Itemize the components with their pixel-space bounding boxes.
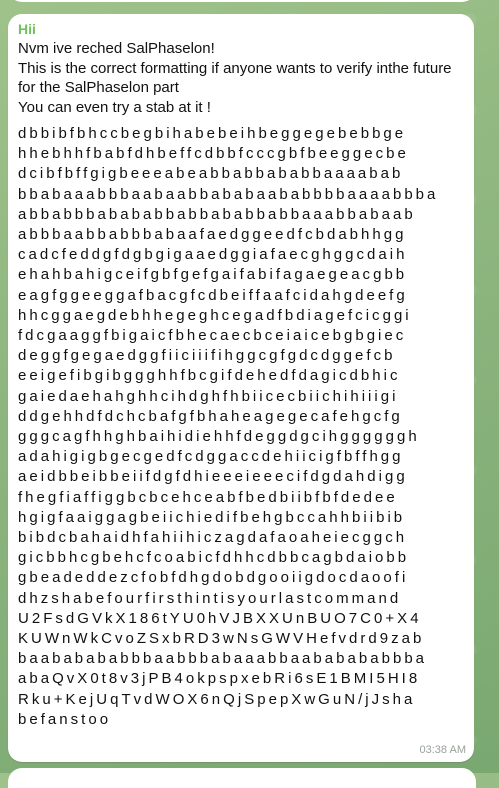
- cipher-line: baababababbbaabbbabaaabbaababababbba: [18, 650, 428, 668]
- cipher-line: gggcagfhhghbaihidiehhfdeggdgcihggggggh: [18, 428, 420, 446]
- cipher-line: befanstoo: [18, 710, 112, 728]
- message-line: This is the correct formatting if anyone…: [18, 59, 452, 97]
- cipher-line: hhcggaegdebhhegeghcegadfbdiagefcicggi: [18, 306, 412, 324]
- previous-message-bubble: [8, 0, 476, 2]
- message-timestamp: 03:38 AM: [419, 744, 466, 756]
- cipher-line: gbeadeddezcfobfdhgdobdgooiigdocdaoofi: [18, 569, 409, 587]
- message-line: You can even try a stab at it !: [18, 98, 211, 116]
- cipher-line: deggfgegaedggfiiciiifihggcgfgdcdggefcb: [18, 347, 396, 365]
- cipher-line: KUWnWkCvoZSxbRD3wNsGWVHefvdrd9zab: [18, 630, 425, 648]
- cipher-line: bbabaaabbbaabaabbababaababbbbaaaabbba: [18, 185, 439, 203]
- message-bubble[interactable]: Hii Nvm ive reched SalPhaselon! This is …: [8, 14, 474, 762]
- cipher-line: ddgehhdfdchcbafgfbhaheagegecafehgcfg: [18, 407, 403, 425]
- cipher-line: Rku+KejUqTvdWOX6nQjSpepXwGuN/jJsha: [18, 690, 416, 708]
- cipher-line: fhegfiaffiggbcbcehceabfbedbiibfbfdedee: [18, 488, 398, 506]
- cipher-line: eeigefibgibggghhfbcgifdehedfdagicdbhic: [18, 367, 401, 385]
- cipher-line: gaiedaehahghhcihdghfhbiicecbiichihiiigi: [18, 387, 399, 405]
- cipher-line: U2FsdGVkX186tYU0hVJBXXUnBUO7C0+X4: [18, 609, 422, 627]
- cipher-line: abaQvX0t8v3jPB4okpspxebRi6sE1BMI5HI8: [18, 670, 421, 688]
- message-line: Nvm ive reched SalPhaselon!: [18, 40, 215, 57]
- cipher-line: dbbibfbhccbegbihabebeihbeggegebebbge: [18, 125, 407, 142]
- cipher-line: abbabbbabababbabbababbabbaaabbabaab: [18, 205, 416, 223]
- cipher-line: aeidbbeibbeiifdgfdhieeeieeecifdgdahdigg: [18, 468, 408, 486]
- cipher-line: hgigfaaiggagbeiichiedifbehgbccahhbiibib: [18, 508, 406, 526]
- cipher-line: fdcgaaggfbigaicfbhecaecbceiaicebgbgiec: [18, 327, 407, 345]
- cipher-line: ehahbahigceifgbfgefgaifabifagaegeacgbb: [18, 266, 408, 284]
- cipher-line: abbbaabbabbbabaafaedggeedfcbdabhhgg: [18, 226, 407, 244]
- cipher-line: eagfggeeggafbacgfcdbeiffaafcidahgdeefg: [18, 286, 408, 304]
- cipher-line: dcibfbffgigbeeeabeabbabbababbaaaabab: [18, 165, 404, 183]
- cipher-line: dhzshabefourfirsthintisyourlastcommand: [18, 589, 402, 607]
- message-intro: Nvm ive reched SalPhaselon! This is the …: [18, 39, 468, 117]
- cipher-text-block: dbbibfbhccbegbihabebeihbeggegebebbge hheb…: [18, 124, 438, 730]
- cipher-line: hhebhhfbabfdhbeffcdbbfcccgbfbeeggecbe: [18, 145, 409, 163]
- cipher-line: cadcfeddgfdgbgigaaedggiafaecghggcdaih: [18, 246, 408, 264]
- sender-name[interactable]: Hii: [18, 21, 36, 37]
- next-message-bubble: [8, 768, 476, 788]
- cipher-line: gicbbhcgbehcfcoabicfdhhcdbbcagbdaiobb: [18, 549, 410, 567]
- cipher-line: bibdcbahaidhfahiihiczagdafaoaheiecggch: [18, 529, 408, 547]
- cipher-line: adahigigbgecgedfcdggaccdehiicigfbffhgg: [18, 448, 404, 466]
